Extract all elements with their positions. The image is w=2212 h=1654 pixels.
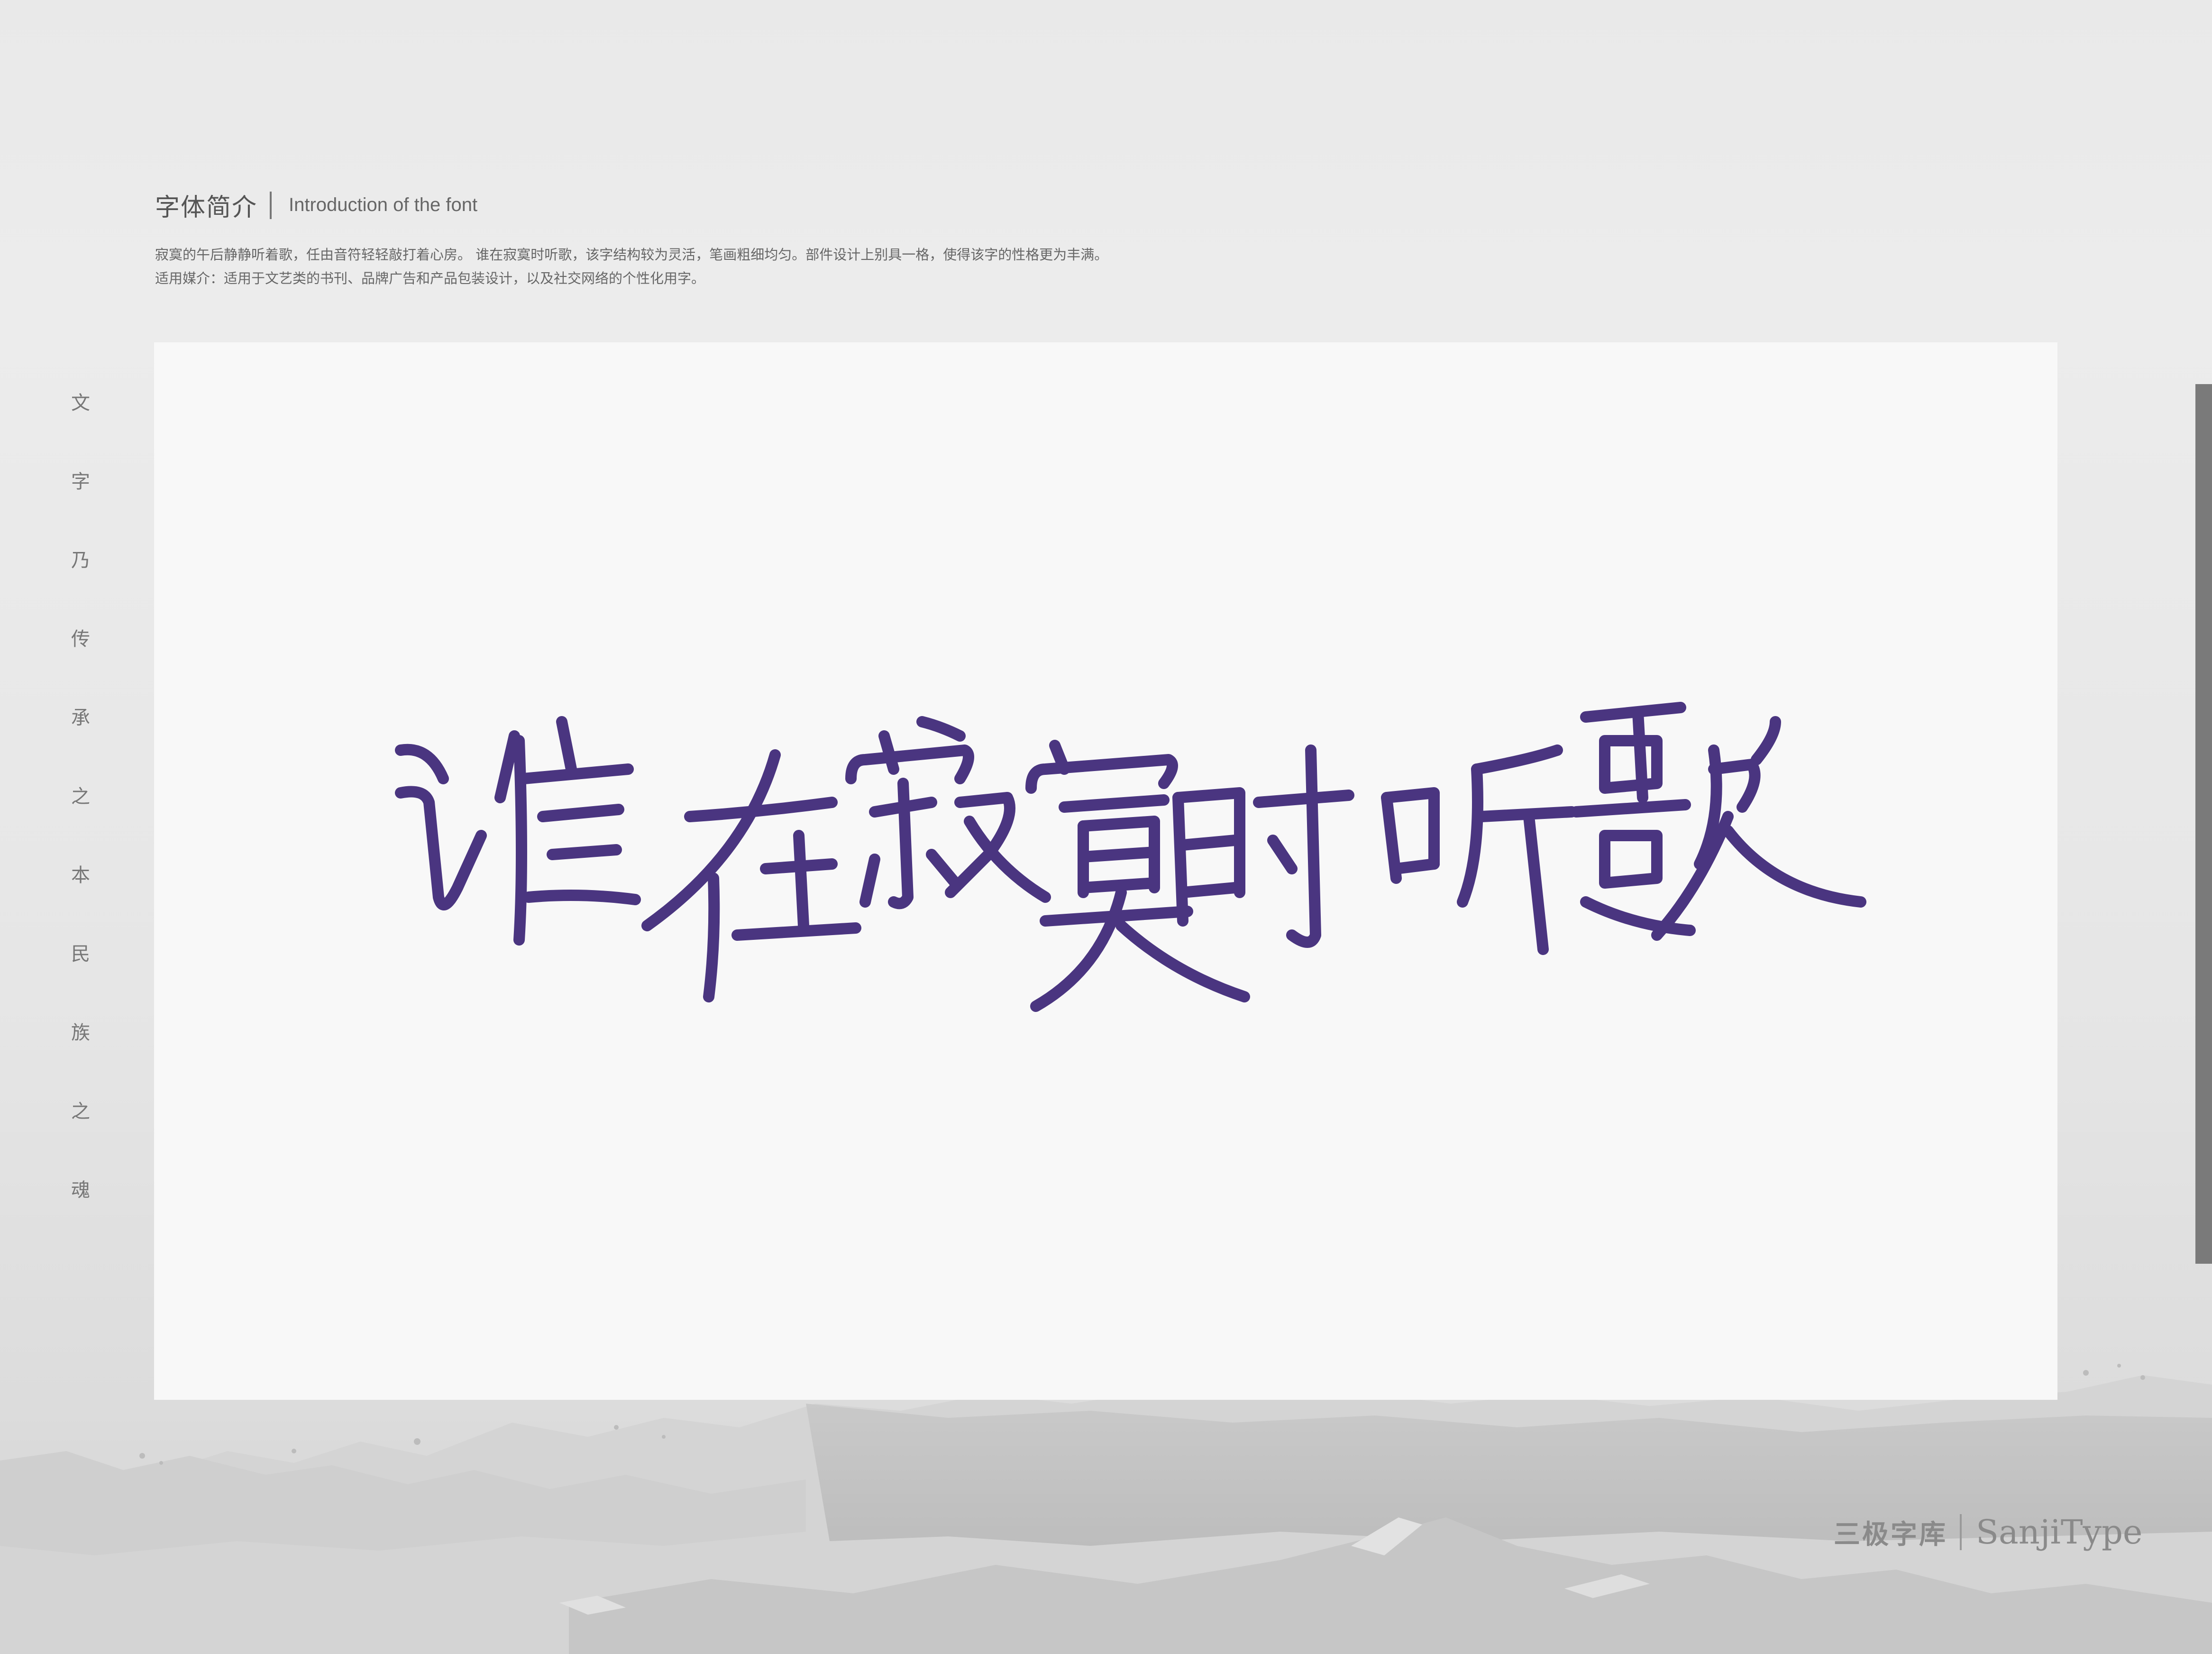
slogan-char: 之 bbox=[71, 786, 90, 808]
brand-name-en: SanjiType bbox=[1976, 1513, 2143, 1552]
slogan-char: 字 bbox=[71, 471, 90, 493]
intro-subtitle: Introduction of the font bbox=[289, 194, 478, 215]
scrollbar[interactable] bbox=[2195, 384, 2212, 1264]
slogan-char: 文 bbox=[71, 392, 90, 414]
intro-desc-line-2: 适用媒介：适用于文艺类的书刊、品牌广告和产品包装设计，以及社交网络的个性化用字。 bbox=[155, 270, 705, 286]
page: 字体简介 Introduction of the font 寂寞的午后静静听着歌… bbox=[0, 0, 2212, 1654]
slogan-char: 魂 bbox=[71, 1179, 90, 1201]
brand-divider bbox=[1960, 1514, 1962, 1550]
slogan-char: 民 bbox=[71, 943, 90, 965]
slogan-char: 承 bbox=[71, 707, 90, 729]
brand-name-cn: 三极字库 bbox=[1834, 1519, 1947, 1550]
slogan-char: 之 bbox=[71, 1101, 90, 1122]
intro-desc-line-1: 寂寞的午后静静听着歌，任由音符轻轻敲打着心房。 谁在寂寞时听歌，该字结构较为灵活… bbox=[155, 247, 1108, 263]
intro-title: 字体简介 bbox=[155, 193, 258, 222]
intro-description: 寂寞的午后静静听着歌，任由音符轻轻敲打着心房。 谁在寂寞时听歌，该字结构较为灵活… bbox=[155, 243, 1108, 290]
intro-divider bbox=[270, 191, 272, 219]
vertical-slogan: 文 字 乃 传 承 之 本 民 族 之 魂 bbox=[69, 386, 92, 1252]
showcase-panel bbox=[154, 342, 2057, 1400]
slogan-char: 乃 bbox=[71, 550, 90, 571]
slogan-char: 传 bbox=[71, 628, 90, 650]
slogan-char: 族 bbox=[71, 1022, 90, 1044]
brand-footer: 三极字库 SanjiType bbox=[1834, 1513, 2142, 1552]
intro-header: 字体简介 Introduction of the font bbox=[155, 187, 477, 223]
calligraphy-artwork bbox=[395, 702, 1866, 1012]
slogan-char: 本 bbox=[71, 864, 90, 886]
